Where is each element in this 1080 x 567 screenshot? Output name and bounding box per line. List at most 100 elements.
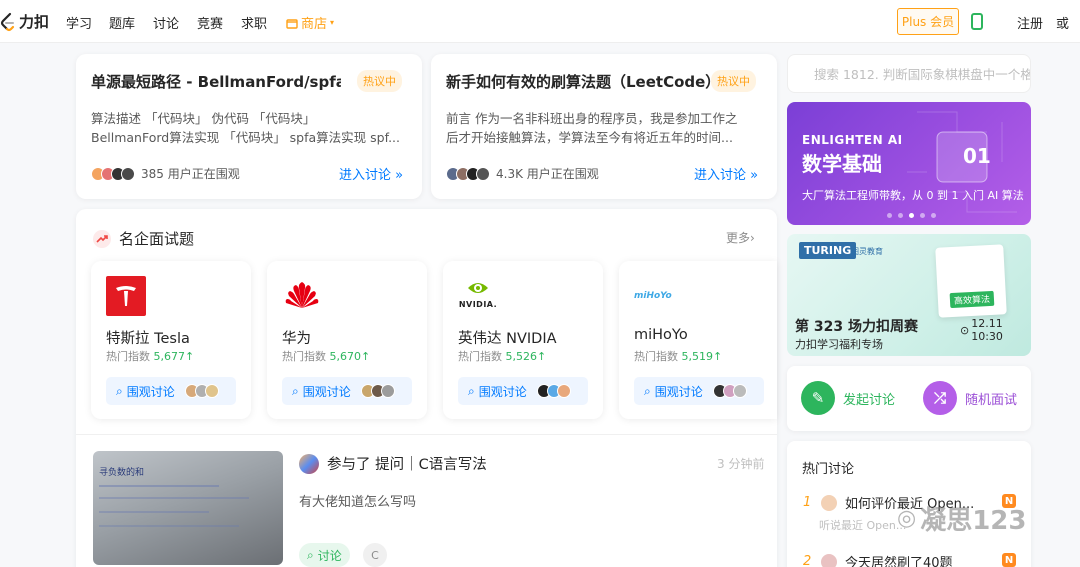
chat-icon: ⌕ <box>292 383 299 398</box>
image-line <box>99 511 209 513</box>
watermark: ◎ 凝思123 <box>897 500 1026 537</box>
company-hot-index: 热门指数 5,670↑ <box>282 348 370 364</box>
company-name: miHoYo <box>634 327 688 343</box>
hot-card-title[interactable]: 单源最短路径 - BellmanFord/spfa 算... <box>91 71 341 92</box>
rank-number: 2 <box>803 554 812 567</box>
carousel-dot[interactable] <box>931 213 936 218</box>
watch-discussion-button[interactable]: ⌕ 围观讨论 <box>282 377 412 405</box>
edit-icon: ✎ <box>801 381 835 415</box>
chevron-down-icon: ▾ <box>330 18 335 27</box>
post-action[interactable]: 参与了 提问｜C语言写法 <box>327 453 487 474</box>
register-link[interactable]: 注册 <box>1017 13 1043 32</box>
banner-subtitle: 大厂算法工程师带教，从 0 到 1 入门 AI 算法 <box>802 189 1024 202</box>
banner-brand: ENLIGHTEN AI <box>802 133 903 147</box>
nav-problems[interactable]: 题库 <box>109 13 135 32</box>
contest-date-value: 12.11 10:30 <box>971 317 1003 343</box>
hot-index-value: 5,677↑ <box>153 350 195 363</box>
hot-discussion-card[interactable]: 新手如何有效的刷算法题（LeetCode） 热议中 前言 作为一名非科班出身的程… <box>431 54 777 199</box>
carousel-dot[interactable] <box>920 213 925 218</box>
company-card-huawei[interactable]: 华为 热门指数 5,670↑ ⌕ 围观讨论 <box>267 261 427 419</box>
double-chevron-right-icon: » <box>395 168 404 183</box>
company-card-tesla[interactable]: 特斯拉 Tesla 热门指数 5,677↑ ⌕ 围观讨论 <box>91 261 251 419</box>
carousel-dots[interactable] <box>887 213 936 218</box>
post-text: 有大佬知道怎么写吗 <box>299 495 417 510</box>
nav-contest[interactable]: 竞赛 <box>197 13 223 32</box>
book-cover: 高效算法 <box>935 244 1007 318</box>
contest-date: ⊙ 12.11 10:30 <box>960 317 1031 343</box>
nav-learn[interactable]: 学习 <box>66 13 92 32</box>
plus-membership-button[interactable]: Plus 会员 <box>897 8 959 35</box>
weekly-contest-banner[interactable]: TURING 图灵教育 高效算法 第 323 场力扣周赛 ⊙ 12.11 10:… <box>787 234 1031 356</box>
more-link[interactable]: 更多› <box>726 229 755 246</box>
company-card-nvidia[interactable]: NVIDIA. 英伟达 NVIDIA 热门指数 5,526↑ ⌕ 围观讨论 <box>443 261 603 419</box>
ai-math-banner[interactable]: 01 ENLIGHTEN AI 数学基础 大厂算法工程师带教，从 0 到 1 入… <box>787 102 1031 225</box>
enter-discussion-link[interactable]: 进入讨论 » <box>694 164 758 183</box>
watch-label: 围观讨论 <box>478 384 527 399</box>
watch-discussion-button[interactable]: ⌕ 围观讨论 <box>458 377 588 405</box>
chat-icon: ⌕ <box>116 383 123 398</box>
avatar-group <box>712 384 747 398</box>
company-card-mihoyo[interactable]: miHoYo miHoYo 热门指数 5,519↑ ⌕ 围观讨论 <box>619 261 777 419</box>
image-line <box>99 497 249 499</box>
mobile-app-icon[interactable] <box>971 13 983 30</box>
tag-label: 讨论 <box>317 548 342 563</box>
hot-card-title[interactable]: 新手如何有效的刷算法题（LeetCode） <box>446 71 716 92</box>
nav-discuss[interactable]: 讨论 <box>153 13 179 32</box>
watching-info: 385 用户正在围观 <box>91 165 240 182</box>
avatar <box>380 384 395 398</box>
hot-item-subtitle: 听说最近 Open... <box>819 519 907 532</box>
discussion-tag[interactable]: ⌕ 讨论 <box>299 543 350 567</box>
avatar[interactable] <box>299 453 319 474</box>
hot-discussion-card[interactable]: 单源最短路径 - BellmanFord/spfa 算... 热议中 算法描述 … <box>76 54 422 199</box>
desc-line: 后才开始接触算法，学算法至今有将近五年的时间... <box>446 130 733 145</box>
desc-line: BellmanFord算法实现 「代码块」 spfa算法实现 spf... <box>91 130 401 145</box>
watching-info: 4.3K 用户正在围观 <box>446 165 599 182</box>
watch-label: 围观讨论 <box>302 384 351 399</box>
carousel-dot[interactable] <box>887 213 892 218</box>
avatar <box>821 553 837 567</box>
double-chevron-right-icon: » <box>750 168 759 183</box>
search-input[interactable]: 搜索 1812. 判断国际象棋棋盘中一个格子的颜色 <box>787 54 1031 93</box>
watching-count: 4.3K 用户正在围观 <box>496 167 599 181</box>
chat-icon: ⌕ <box>307 547 314 562</box>
search-placeholder: 搜索 1812. 判断国际象棋棋盘中一个格子的颜色 <box>814 67 1031 82</box>
desc-line: 前言 作为一名非科班出身的程序员，我是参加工作之 <box>446 111 738 126</box>
start-discussion-button[interactable]: ✎ 发起讨论 <box>801 381 895 415</box>
banner-chip-number: 01 <box>963 144 991 168</box>
hot-card-desc: 算法描述 「代码块」 伪代码 「代码块」 BellmanFord算法实现 「代码… <box>91 109 411 147</box>
trending-icon <box>93 229 111 248</box>
watermark-text: 凝思123 <box>920 506 1027 536</box>
carousel-dot[interactable] <box>898 213 903 218</box>
hot-index-value: 5,519↑ <box>681 350 723 363</box>
language-tag[interactable]: C <box>363 543 387 567</box>
enter-discussion-link[interactable]: 进入讨论 » <box>339 164 403 183</box>
companies-title: 名企面试题 <box>119 230 195 248</box>
logo-text: 力扣 <box>19 13 50 31</box>
avatar-group <box>360 384 395 398</box>
feed-post[interactable]: 寻负数的和 参与了 提问｜C语言写法 3 分钟前 有大佬知道怎么写吗 ⌕ 讨论 … <box>76 435 777 567</box>
store-icon <box>286 18 298 29</box>
logo[interactable]: 力扣 <box>0 11 49 32</box>
post-image[interactable]: 寻负数的和 <box>93 451 283 565</box>
nav-jobs[interactable]: 求职 <box>241 13 267 32</box>
watch-discussion-button[interactable]: ⌕ 围观讨论 <box>106 377 236 405</box>
company-name: 特斯拉 Tesla <box>106 331 190 347</box>
turing-brand-sub: 图灵教育 <box>851 247 883 256</box>
post-header: 参与了 提问｜C语言写法 <box>299 453 487 474</box>
leetcode-logo-icon <box>0 12 15 31</box>
companies-header: 名企面试题 <box>93 228 194 249</box>
post-time: 3 分钟前 <box>717 457 765 471</box>
avatar <box>556 384 571 398</box>
turing-logo: TURING <box>799 242 857 259</box>
carousel-dot[interactable] <box>909 213 914 218</box>
shuffle-icon: ⤮ <box>923 381 957 415</box>
nav-store[interactable]: 商店 ▾ <box>286 13 334 32</box>
hot-discussion-item[interactable]: 2 今天居然刷了40题 <box>803 552 953 567</box>
random-interview-button[interactable]: ⤮ 随机面试 <box>923 381 1017 415</box>
rank-number: 1 <box>803 495 812 510</box>
watch-discussion-button[interactable]: ⌕ 围观讨论 <box>634 377 764 405</box>
avatar <box>121 166 135 181</box>
post-image-text: 寻负数的和 <box>99 468 145 478</box>
action-label: 发起讨论 <box>843 392 896 408</box>
avatar-group <box>184 384 219 398</box>
